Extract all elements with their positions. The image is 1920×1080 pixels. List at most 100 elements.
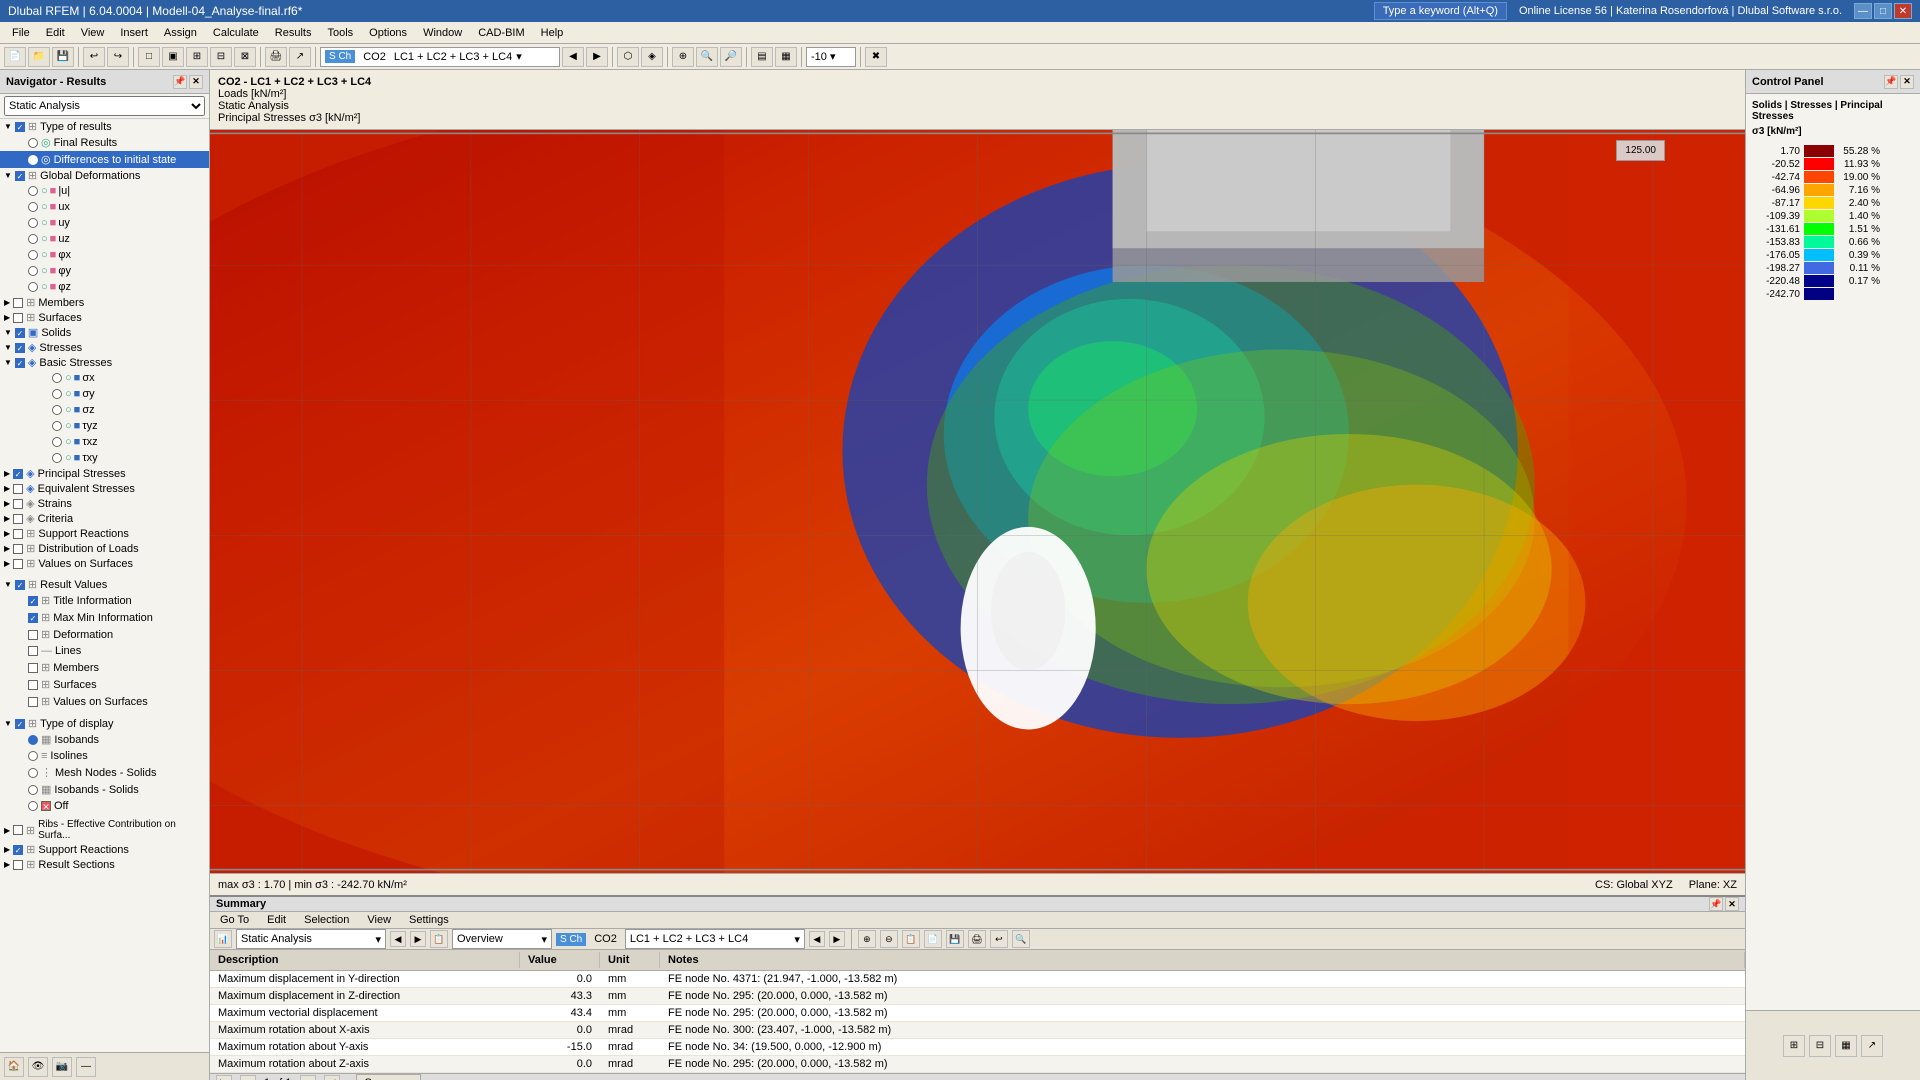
ribs-section[interactable]: ▶ ⊞ Ribs - Effective Contribution on Sur… bbox=[0, 818, 209, 842]
tbl-btn4[interactable]: 📄 bbox=[924, 930, 942, 948]
distribution-loads-section[interactable]: ▶ ⊞ Distribution of Loads bbox=[0, 541, 209, 556]
result-values-checkbox[interactable]: ✓ bbox=[15, 580, 25, 590]
table-row[interactable]: Maximum rotation about X-axis 0.0 mrad F… bbox=[210, 1022, 1745, 1039]
search-box[interactable]: Type a keyword (Alt+Q) bbox=[1374, 2, 1507, 20]
phiy-item[interactable]: ○■ φy bbox=[0, 263, 209, 279]
new-btn[interactable]: 📄 bbox=[4, 47, 26, 67]
surfaces-checkbox[interactable] bbox=[13, 313, 23, 323]
members-rv-item[interactable]: ⊞ Members bbox=[0, 659, 209, 676]
menu-assign[interactable]: Assign bbox=[156, 25, 205, 41]
overview-combo[interactable]: Overview▾ bbox=[452, 929, 552, 949]
menu-results[interactable]: Results bbox=[267, 25, 320, 41]
tau-xz-item[interactable]: ○■ τxz bbox=[0, 434, 209, 450]
uz-item[interactable]: ○■ uz bbox=[0, 231, 209, 247]
nav-home-icon[interactable]: 🏠 bbox=[4, 1057, 24, 1077]
tb3[interactable]: ⊞ bbox=[186, 47, 208, 67]
nav-camera-icon[interactable]: 📷 bbox=[52, 1057, 72, 1077]
table-row[interactable]: Maximum vectorial displacement 43.4 mm F… bbox=[210, 1005, 1745, 1022]
isobands-item[interactable]: ▦ Isobands bbox=[0, 731, 209, 748]
cp-btn2[interactable]: ⊟ bbox=[1809, 1035, 1831, 1057]
footer-last[interactable]: ▶| bbox=[324, 1075, 340, 1080]
mesh-nodes-solids-item[interactable]: ⋮ Mesh Nodes - Solids bbox=[0, 764, 209, 781]
nav-close[interactable]: ✕ bbox=[189, 75, 203, 89]
num-combo[interactable]: -10 ▾ bbox=[806, 47, 856, 67]
menu-options[interactable]: Options bbox=[361, 25, 415, 41]
zoom-fit[interactable]: ⊕ bbox=[672, 47, 694, 67]
result-sections-section[interactable]: ▶ ⊞ Result Sections bbox=[0, 857, 209, 872]
menu-cadbim[interactable]: CAD-BIM bbox=[470, 25, 532, 41]
footer-next[interactable]: ▶ bbox=[300, 1075, 316, 1080]
tb1[interactable]: □ bbox=[138, 47, 160, 67]
nav-pin[interactable]: 📌 bbox=[173, 75, 187, 89]
goto-menu[interactable]: Go To bbox=[214, 912, 255, 928]
equivalent-stresses-section[interactable]: ▶ ◈ Equivalent Stresses bbox=[0, 481, 209, 496]
off-item[interactable]: ✕ Off bbox=[0, 798, 209, 814]
tb5[interactable]: ⊠ bbox=[234, 47, 256, 67]
uy-item[interactable]: ○■ uy bbox=[0, 215, 209, 231]
nav-prev[interactable]: ◀ bbox=[562, 47, 584, 67]
strains-section[interactable]: ▶ ◈ Strains bbox=[0, 496, 209, 511]
phix-item[interactable]: ○■ φx bbox=[0, 247, 209, 263]
dist-loads-checkbox[interactable] bbox=[13, 544, 23, 554]
sigma-y-item[interactable]: ○■ σy bbox=[0, 386, 209, 402]
criteria-checkbox[interactable] bbox=[13, 514, 23, 524]
menu-edit[interactable]: Edit bbox=[38, 25, 73, 41]
summary-pin[interactable]: 📌 bbox=[1709, 897, 1723, 911]
stresses-checkbox[interactable]: ✓ bbox=[15, 343, 25, 353]
undo-btn[interactable]: ↩ bbox=[83, 47, 105, 67]
edit-menu[interactable]: Edit bbox=[261, 912, 292, 928]
support-reactions-section[interactable]: ▶ ⊞ Support Reactions bbox=[0, 526, 209, 541]
tbl-btn3[interactable]: 📋 bbox=[902, 930, 920, 948]
nav-line-icon[interactable]: — bbox=[76, 1057, 96, 1077]
cp-close[interactable]: ✕ bbox=[1900, 75, 1914, 89]
final-results-radio[interactable] bbox=[28, 138, 38, 148]
nav-next[interactable]: ▶ bbox=[586, 47, 608, 67]
phiz-item[interactable]: ○■ φz bbox=[0, 279, 209, 295]
minimize-button[interactable]: — bbox=[1854, 3, 1872, 19]
solids-checkbox[interactable]: ✓ bbox=[15, 328, 25, 338]
table-row[interactable]: Maximum rotation about Y-axis -15.0 mrad… bbox=[210, 1039, 1745, 1056]
type-of-display-section[interactable]: ▼ ✓ ⊞ Type of display bbox=[0, 716, 209, 731]
close-button[interactable]: ✕ bbox=[1894, 3, 1912, 19]
nav-eye-icon[interactable]: 👁 bbox=[28, 1057, 48, 1077]
cp-btn4[interactable]: ↗ bbox=[1861, 1035, 1883, 1057]
footer-first[interactable]: |◀ bbox=[216, 1075, 232, 1080]
menu-view[interactable]: View bbox=[73, 25, 113, 41]
table-row[interactable]: Maximum displacement in Z-direction 43.3… bbox=[210, 988, 1745, 1005]
open-btn[interactable]: 📁 bbox=[28, 47, 50, 67]
solids-section[interactable]: ▼ ✓ ▣ Solids bbox=[0, 325, 209, 340]
final-results-item[interactable]: ◎ Final Results bbox=[0, 134, 209, 151]
analysis-combo[interactable]: Static Analysis▾ bbox=[236, 929, 386, 949]
type-results-checkbox[interactable]: ✓ bbox=[15, 122, 25, 132]
lc-summary-combo[interactable]: LC1 + LC2 + LC3 + LC4▾ bbox=[625, 929, 805, 949]
zoom-in[interactable]: 🔍 bbox=[696, 47, 718, 67]
diff-initial-radio[interactable] bbox=[28, 155, 38, 165]
lc-next[interactable]: ▶ bbox=[829, 931, 845, 947]
tb2[interactable]: ▣ bbox=[162, 47, 184, 67]
basic-stresses-section[interactable]: ▼ ✓ ◈ Basic Stresses bbox=[0, 355, 209, 370]
deformation-item[interactable]: ⊞ Deformation bbox=[0, 626, 209, 643]
values-on-surfaces-section[interactable]: ▶ ⊞ Values on Surfaces bbox=[0, 556, 209, 571]
strains-checkbox[interactable] bbox=[13, 499, 23, 509]
save-btn[interactable]: 💾 bbox=[52, 47, 74, 67]
cp-pin[interactable]: 📌 bbox=[1884, 75, 1898, 89]
principal-stresses-section[interactable]: ▶ ✓ ◈ Principal Stresses bbox=[0, 466, 209, 481]
global-deformations-section[interactable]: ▼ ✓ ⊞ Global Deformations bbox=[0, 168, 209, 183]
render2[interactable]: ▦ bbox=[775, 47, 797, 67]
view-menu[interactable]: View bbox=[361, 912, 397, 928]
tbl-btn6[interactable]: 🖨 bbox=[968, 930, 986, 948]
cp-btn3[interactable]: ▦ bbox=[1835, 1035, 1857, 1057]
view1[interactable]: ⬡ bbox=[617, 47, 639, 67]
selection-menu[interactable]: Selection bbox=[298, 912, 355, 928]
type-of-results-section[interactable]: ▼ ✓ ⊞ Type of results bbox=[0, 119, 209, 134]
lines-item[interactable]: — Lines bbox=[0, 643, 209, 659]
support-reactions2-section[interactable]: ▶ ✓ ⊞ Support Reactions bbox=[0, 842, 209, 857]
equiv-stresses-checkbox[interactable] bbox=[13, 484, 23, 494]
misc1[interactable]: ✖ bbox=[865, 47, 887, 67]
surfaces-section[interactable]: ▶ ⊞ Surfaces bbox=[0, 310, 209, 325]
tbl-btn8[interactable]: 🔍 bbox=[1012, 930, 1030, 948]
cp-btn1[interactable]: ⊞ bbox=[1783, 1035, 1805, 1057]
overview-icon[interactable]: 📋 bbox=[430, 930, 448, 948]
diff-initial-item[interactable]: ◎ Differences to initial state bbox=[0, 151, 209, 168]
ux-item[interactable]: ○■ ux bbox=[0, 199, 209, 215]
